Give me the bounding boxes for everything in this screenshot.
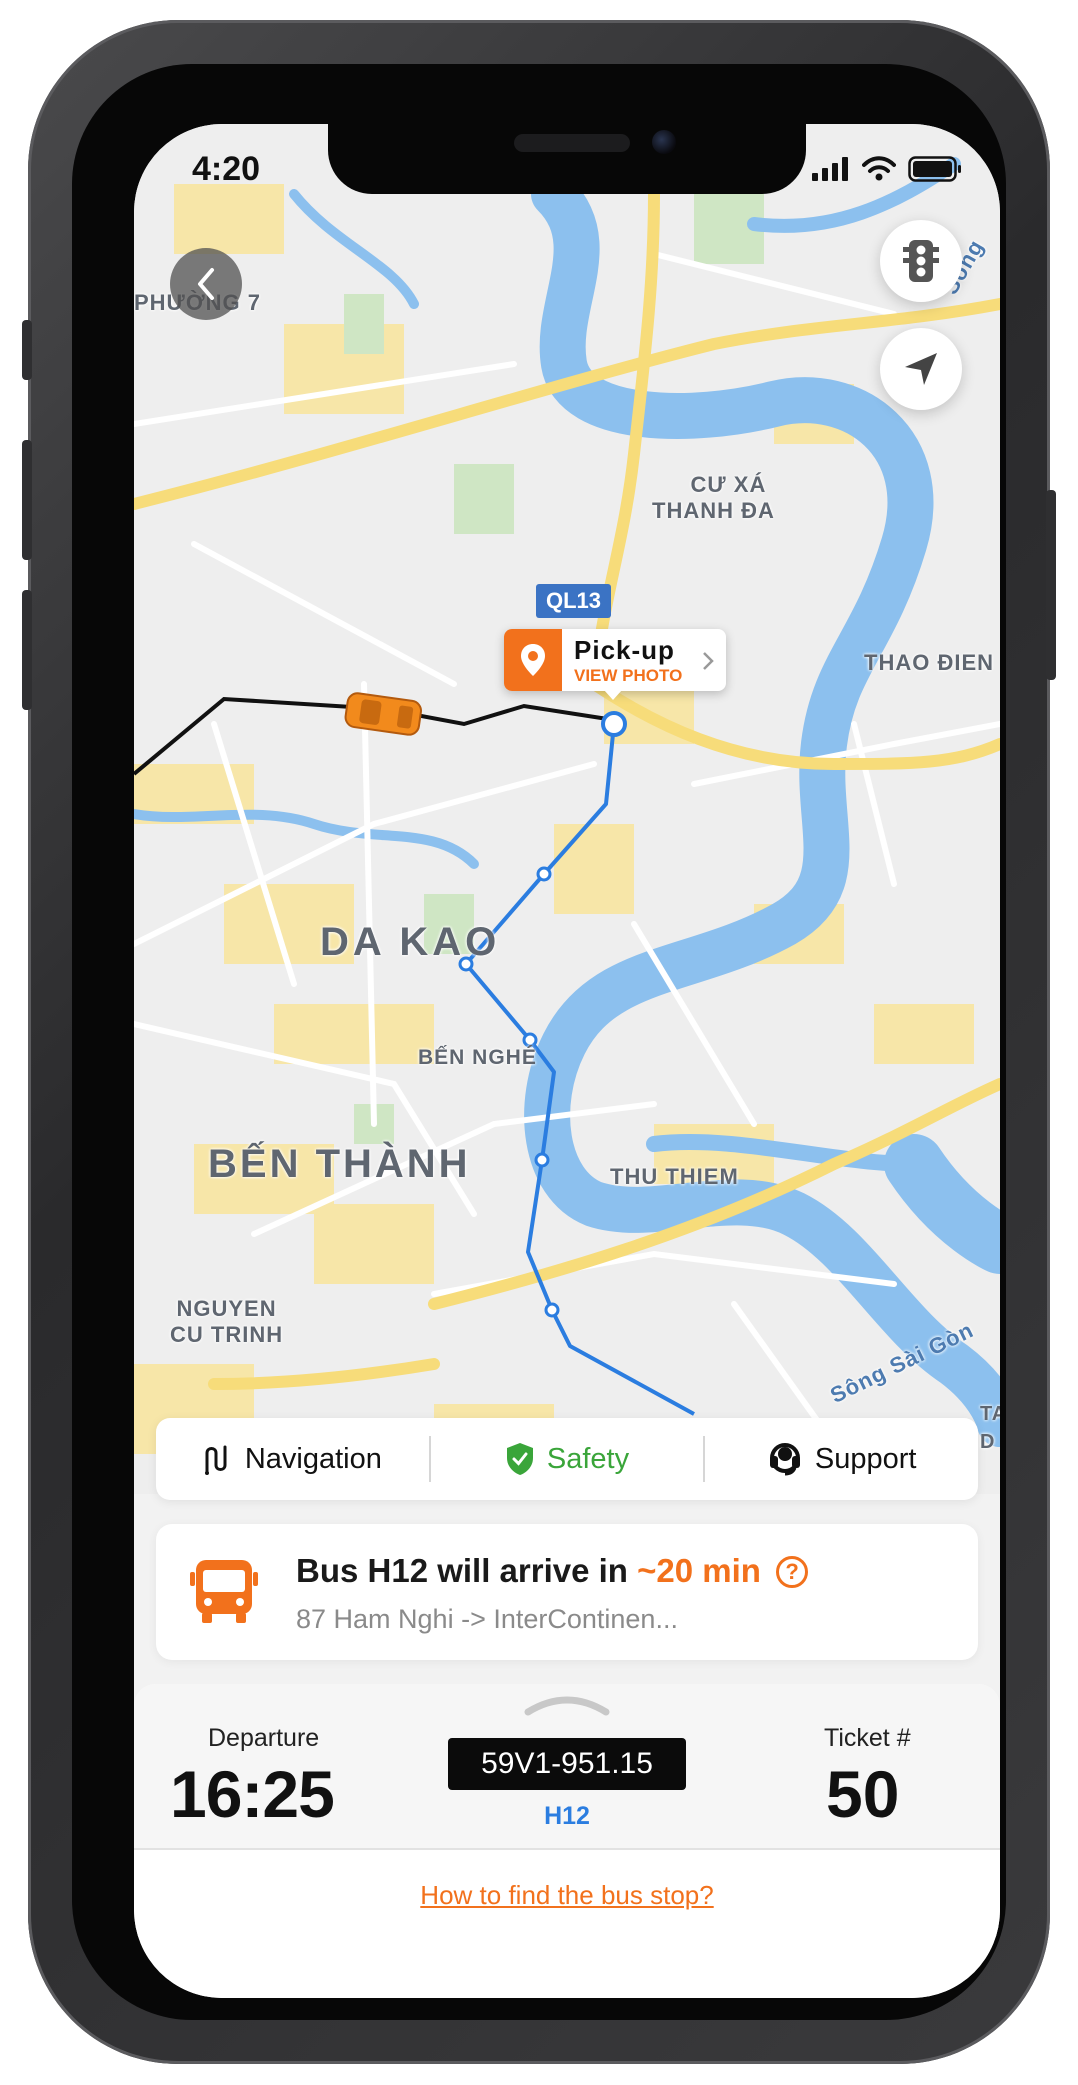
phone-frame: PHƯỜNG 7 CƯ XÁTHANH ĐA THAO ĐIEN DA KAO … xyxy=(22,20,1056,2064)
volume-down-button xyxy=(22,590,32,710)
wifi-icon xyxy=(862,156,896,181)
navigation-arrow-icon xyxy=(905,353,937,385)
back-button[interactable] xyxy=(170,248,242,320)
location-pin-icon xyxy=(504,629,562,691)
map-label-nguyen-cu-trinh: NGUYEN CU TRINH xyxy=(170,1296,284,1347)
my-location-button[interactable] xyxy=(880,328,962,410)
support-headset-icon xyxy=(769,1443,800,1476)
power-button xyxy=(1046,490,1056,680)
map[interactable] xyxy=(134,124,1000,1494)
bus-route: 87 Ham Nghi -> InterContinen... xyxy=(296,1604,678,1634)
status-icons xyxy=(812,156,962,182)
battery-icon xyxy=(908,156,961,182)
pickup-point-marker[interactable] xyxy=(601,711,627,737)
navigation-label: Navigation xyxy=(244,1442,382,1475)
bus-arrival-card[interactable]: Bus H12 will arrive in ~20 min ? 87 Ham … xyxy=(156,1524,978,1660)
action-bar: Navigation Safety Support xyxy=(156,1418,978,1500)
support-button[interactable]: Support xyxy=(705,1442,978,1476)
route-icon xyxy=(204,1445,227,1475)
pickup-callout[interactable]: Pick-up VIEW PHOTO xyxy=(504,629,726,700)
mute-switch xyxy=(22,320,32,380)
traffic-light-icon xyxy=(903,240,939,282)
pickup-title: Pick-up xyxy=(574,634,675,665)
trip-bottom-sheet[interactable]: Departure 16:25 59V1-951.15 H12 Ticket #… xyxy=(134,1684,1000,1998)
shield-check-icon xyxy=(506,1443,533,1475)
bus-eta: ~20 min xyxy=(637,1552,761,1589)
screen: PHƯỜNG 7 CƯ XÁTHANH ĐA THAO ĐIEN DA KAO … xyxy=(134,124,1000,1998)
signal-icon xyxy=(812,157,848,181)
view-photo-link[interactable]: VIEW PHOTO xyxy=(574,666,682,686)
drag-handle-icon[interactable] xyxy=(524,1694,610,1716)
support-label: Support xyxy=(814,1442,917,1475)
notch xyxy=(328,124,806,194)
bus-icon xyxy=(190,1560,258,1623)
map-label-ben-nghe: BẾN NGHÉ xyxy=(418,1046,537,1069)
map-label-thu-thiem: THU THIEM xyxy=(610,1164,739,1189)
speaker-grille xyxy=(514,134,630,152)
navigation-button[interactable]: Navigation xyxy=(156,1443,429,1476)
volume-up-button xyxy=(22,440,32,560)
route-number: H12 xyxy=(544,1802,590,1830)
bus-arrival-title: Bus H12 will arrive in ~20 min ? xyxy=(296,1552,809,1590)
ticket-label: Ticket # xyxy=(824,1724,911,1752)
map-label-da-kao: DA KAO xyxy=(320,920,501,964)
trip-summary: Departure 16:25 59V1-951.15 H12 Ticket #… xyxy=(134,1684,1000,1850)
road-sign-ql13: QL13 xyxy=(536,584,612,618)
departure-time: 16:25 xyxy=(170,1757,335,1831)
help-icon[interactable]: ? xyxy=(776,1556,809,1588)
callout-pointer xyxy=(604,690,622,700)
chevron-right-icon xyxy=(703,652,714,670)
safety-label: Safety xyxy=(546,1442,630,1475)
departure-label: Departure xyxy=(208,1724,320,1752)
find-bus-stop-link[interactable]: How to find the bus stop? xyxy=(134,1880,1000,1911)
map-label-tan: TAND xyxy=(980,1403,1000,1453)
chevron-left-icon xyxy=(198,268,214,300)
map-label-thao-dien: THAO ĐIEN xyxy=(864,650,994,675)
map-label-cu-xa-thanh-da: CƯ XÁ THANH ĐA xyxy=(652,472,775,523)
ticket-number: 50 xyxy=(826,1757,900,1831)
traffic-toggle-button[interactable] xyxy=(880,220,962,302)
map-label-ben-thanh: BẾN THÀNH xyxy=(208,1142,471,1186)
status-time: 4:20 xyxy=(192,150,261,188)
safety-button[interactable]: Safety xyxy=(431,1442,704,1476)
front-camera xyxy=(652,130,676,154)
license-plate: 59V1-951.15 xyxy=(448,1738,686,1790)
